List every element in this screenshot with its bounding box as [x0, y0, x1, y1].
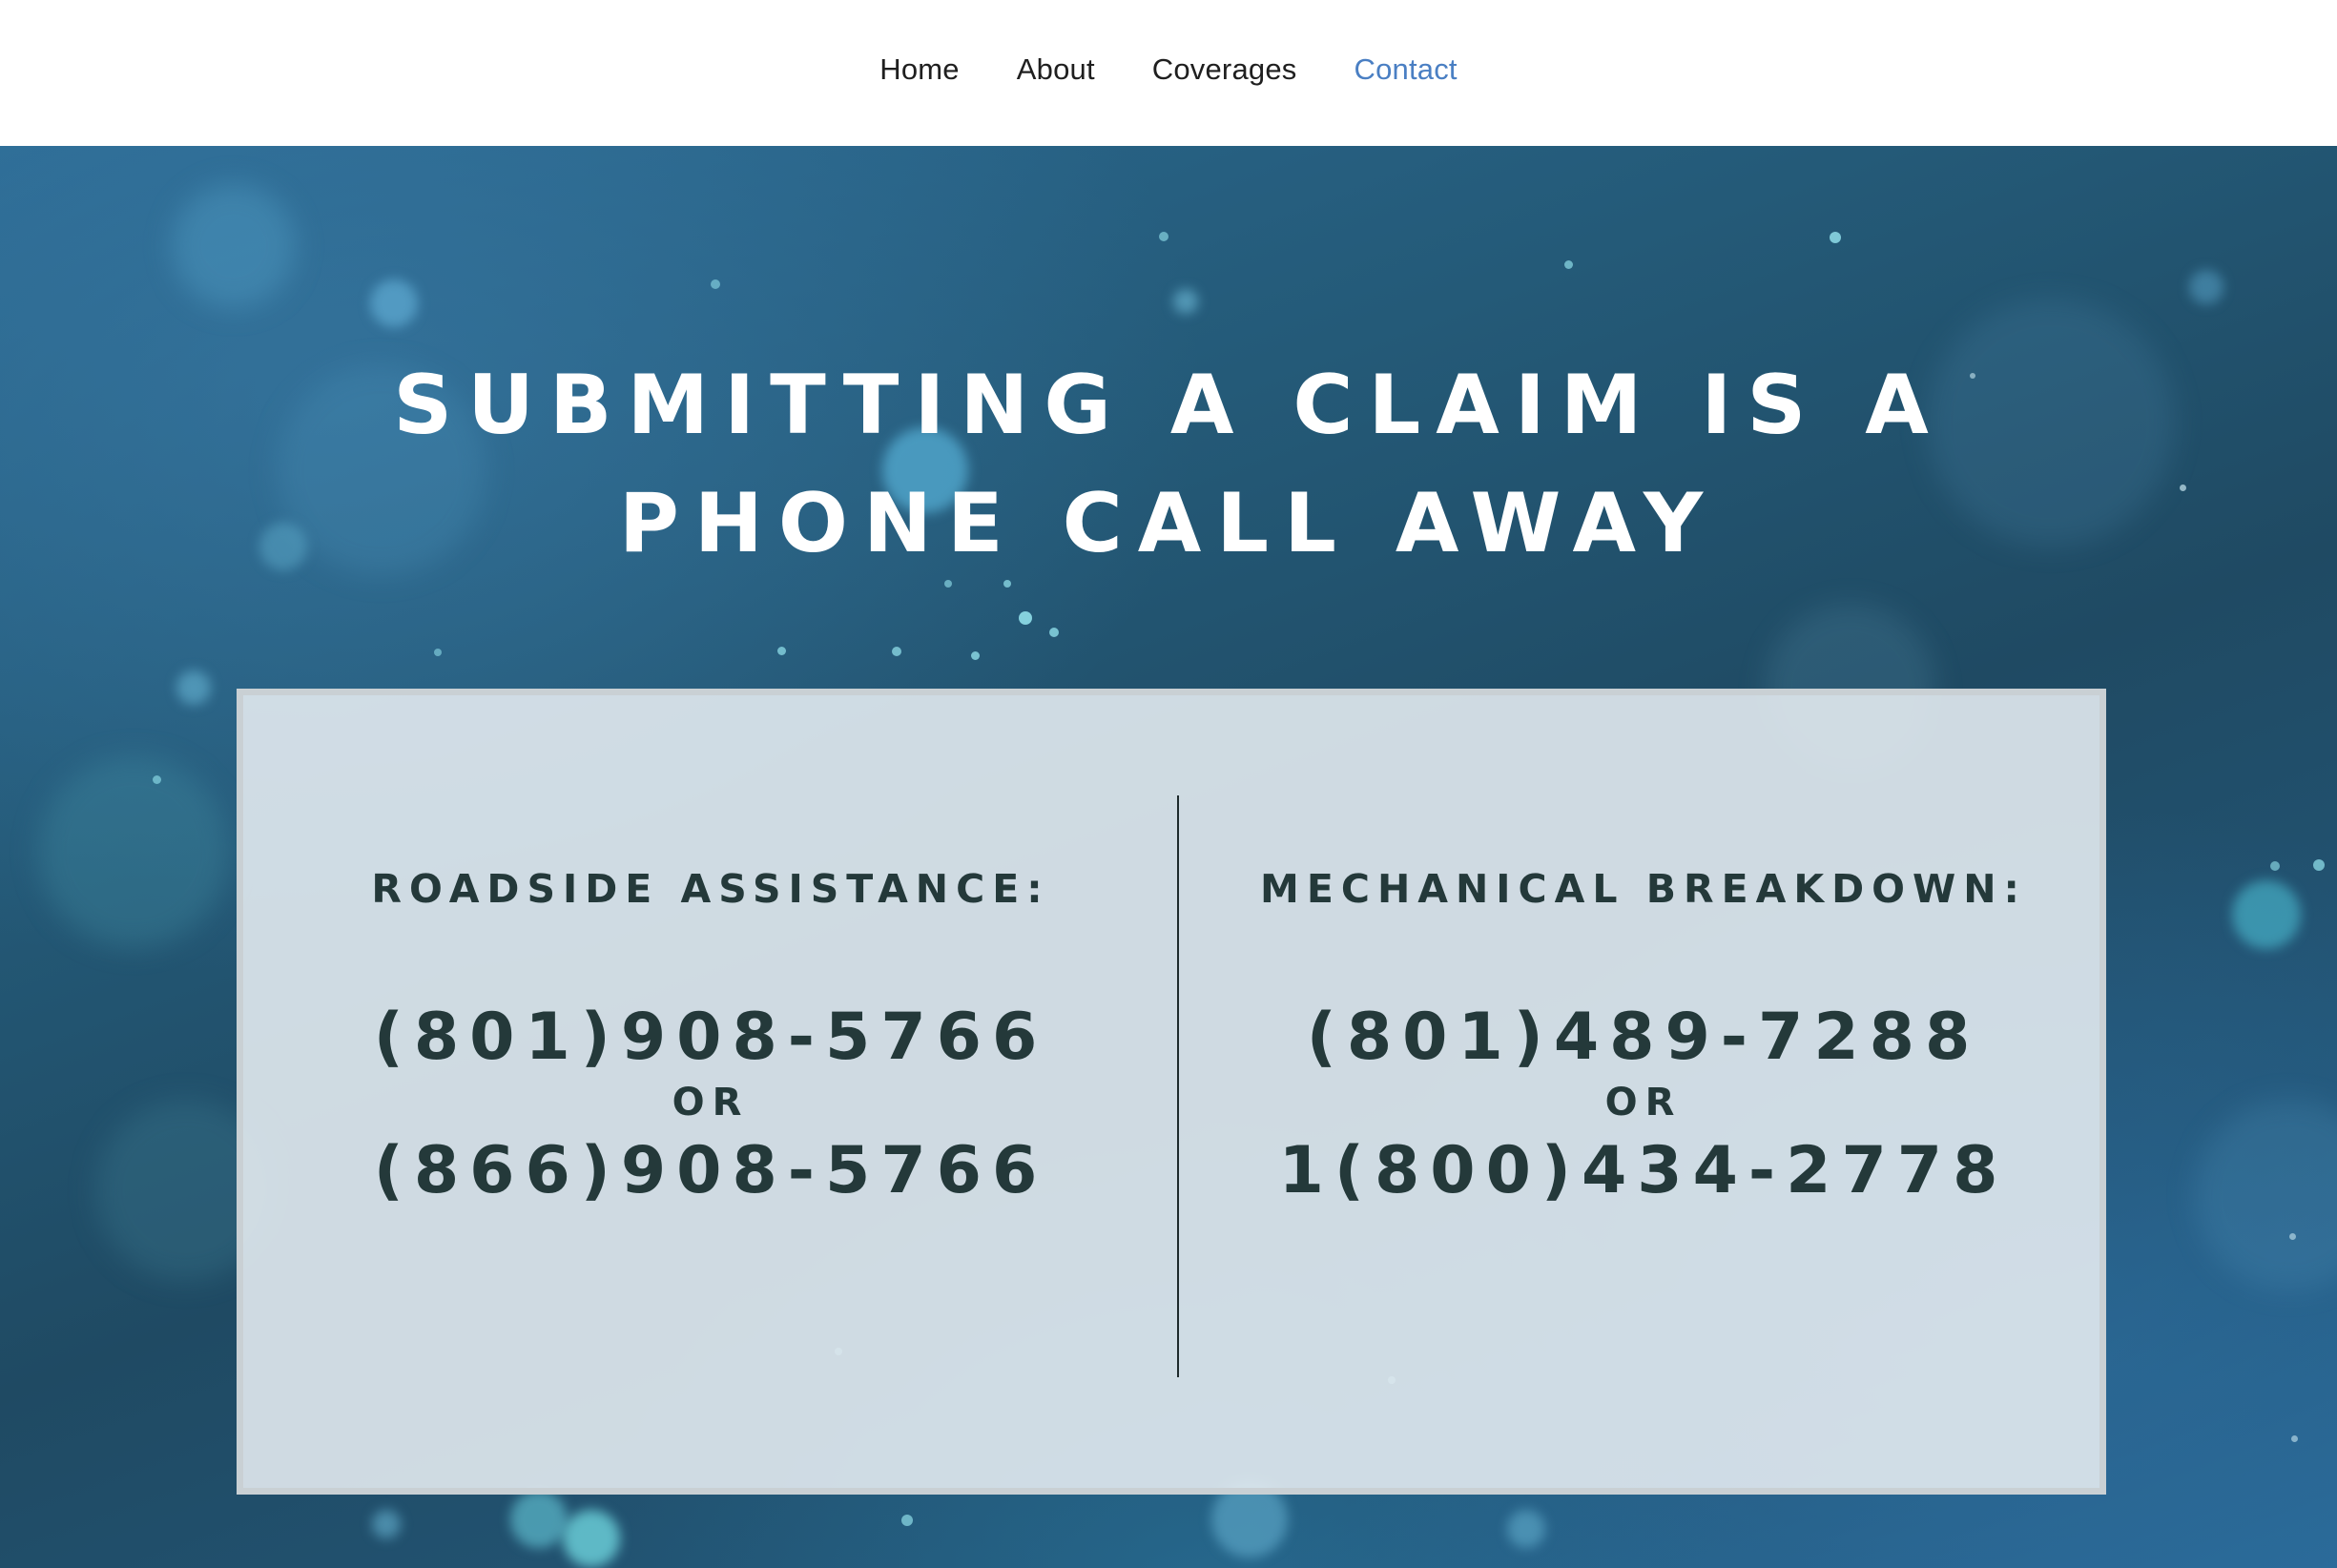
roadside-assistance-column: ROADSIDE ASSISTANCE: (801)908-5766 OR (8… — [243, 695, 1178, 1488]
mechanical-or-separator: OR — [1604, 1081, 1683, 1124]
nav-item-about[interactable]: About — [1017, 52, 1095, 87]
contact-page: Home About Coverages Contact SUBMITTING … — [0, 0, 2337, 1568]
roadside-phone-primary[interactable]: (801)908-5766 — [243, 1001, 1178, 1075]
column-divider — [1177, 795, 1179, 1377]
mechanical-breakdown-column: MECHANICAL BREAKDOWN: (801)489-7288 OR 1… — [1181, 695, 2106, 1488]
page-title: SUBMITTING A CLAIM IS A PHONE CALL AWAY — [0, 346, 2337, 583]
site-header: Home About Coverages Contact — [0, 0, 2337, 146]
page-title-line-1: SUBMITTING A CLAIM IS A — [393, 358, 1944, 453]
mechanical-breakdown-heading: MECHANICAL BREAKDOWN: — [1260, 866, 2027, 912]
nav-item-coverages[interactable]: Coverages — [1152, 52, 1297, 87]
contact-card: ROADSIDE ASSISTANCE: (801)908-5766 OR (8… — [237, 689, 2106, 1495]
mechanical-phone-secondary[interactable]: 1(800)434-2778 — [1181, 1134, 2106, 1208]
mechanical-phone-primary[interactable]: (801)489-7288 — [1181, 1001, 2106, 1075]
page-title-line-2: PHONE CALL AWAY — [618, 476, 1719, 571]
roadside-phone-secondary[interactable]: (866)908-5766 — [243, 1134, 1178, 1208]
main-nav: Home About Coverages Contact — [0, 0, 2337, 138]
roadside-assistance-heading: ROADSIDE ASSISTANCE: — [371, 866, 1050, 912]
nav-item-home[interactable]: Home — [879, 52, 960, 87]
nav-item-contact[interactable]: Contact — [1354, 52, 1457, 87]
roadside-or-separator: OR — [672, 1081, 750, 1124]
